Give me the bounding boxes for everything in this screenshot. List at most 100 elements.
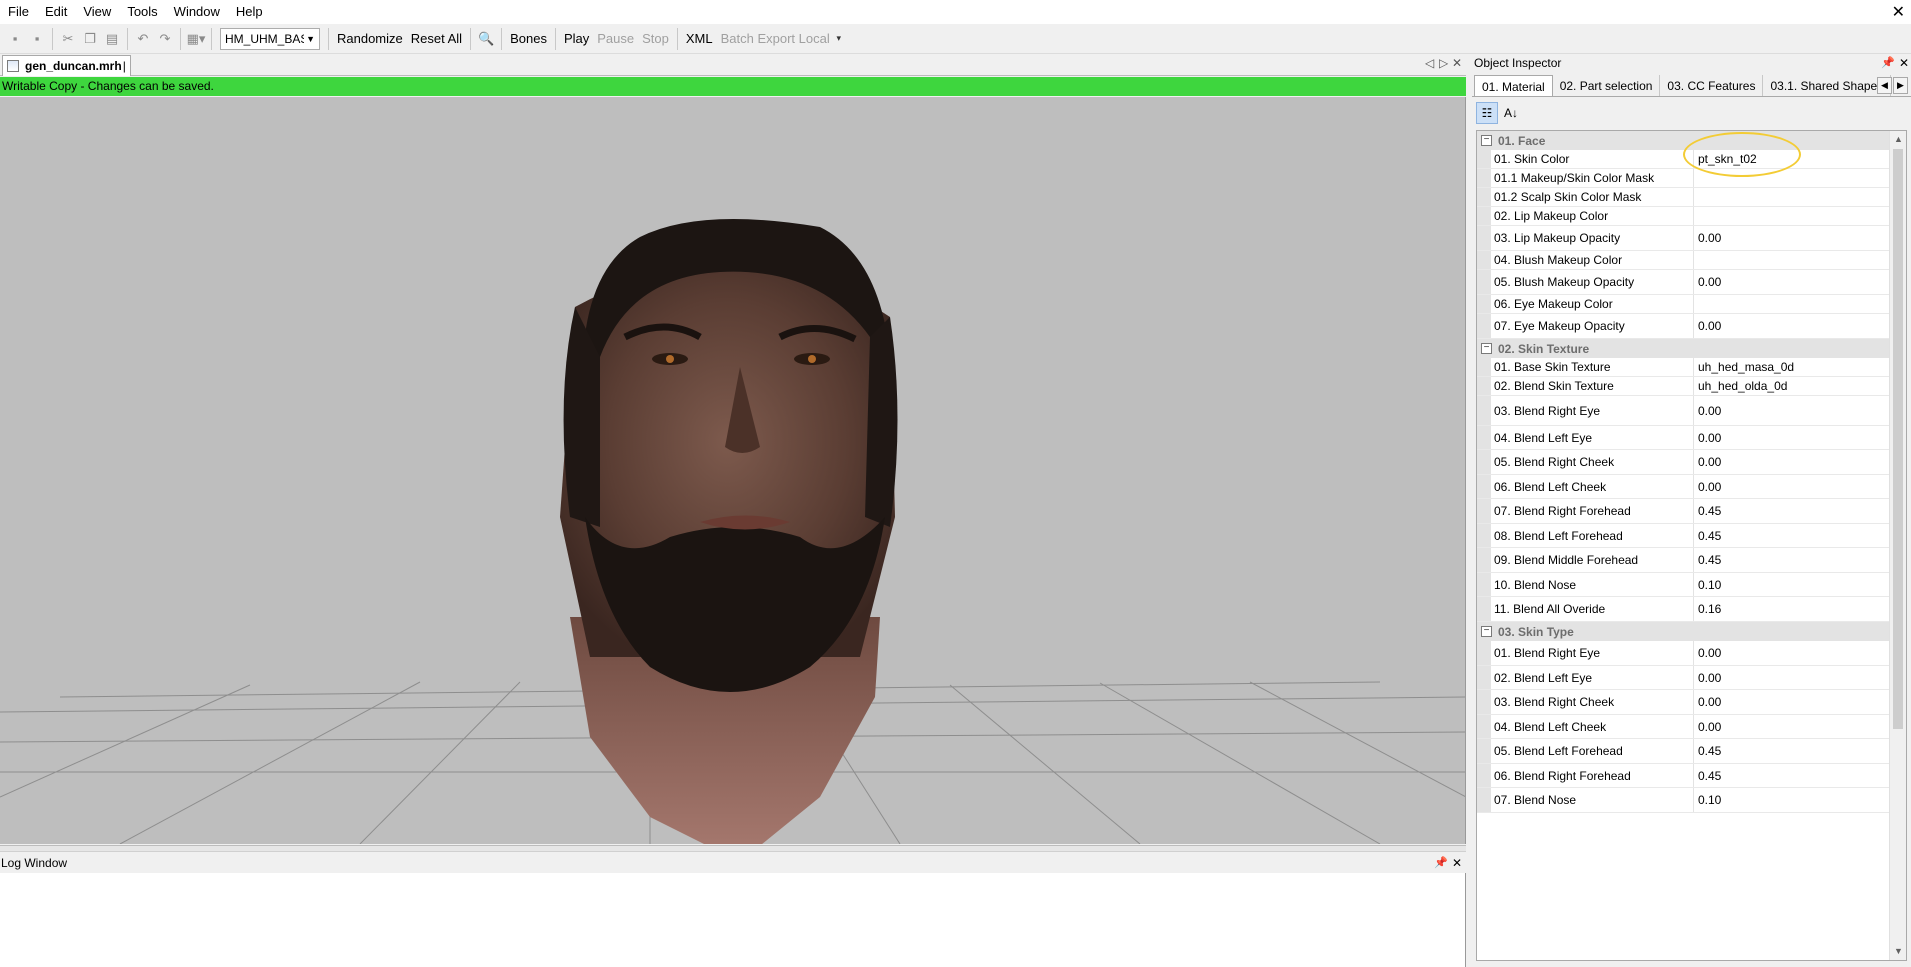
sort-alphabetical-icon[interactable]: A↓ [1500,102,1522,124]
property-row[interactable]: 07. Eye Makeup Opacity 0.00 [1477,314,1890,339]
app-close-icon[interactable]: ✕ [1892,2,1905,22]
property-row[interactable]: 04. Blend Left Eye 0.00 [1477,426,1890,450]
inspect-icon[interactable]: 🔍 [475,28,497,50]
play-button[interactable]: Play [560,28,593,50]
property-row[interactable]: 06. Blend Right Forehead 0.45 [1477,764,1890,788]
property-value[interactable]: 0.45 [1694,739,1890,763]
property-category[interactable]: −01. Face [1477,131,1890,150]
property-row[interactable]: 01.2 Scalp Skin Color Mask [1477,188,1890,207]
property-value[interactable]: 0.00 [1694,715,1890,738]
menu-help[interactable]: Help [228,0,271,24]
categorized-view-icon[interactable]: ☷ [1476,102,1498,124]
property-row[interactable]: 01. Blend Right Eye 0.00 [1477,641,1890,666]
tab-close-icon[interactable]: ✕ [1452,56,1462,70]
bones-button[interactable]: Bones [506,28,551,50]
property-value[interactable]: 0.45 [1694,548,1890,572]
property-value[interactable]: uh_hed_masa_0d [1694,358,1890,376]
menu-tools[interactable]: Tools [119,0,165,24]
property-row[interactable]: 07. Blend Nose 0.10 [1477,788,1890,813]
property-value[interactable]: 0.00 [1694,666,1890,689]
property-row[interactable]: 02. Blend Left Eye 0.00 [1477,666,1890,690]
property-value[interactable] [1694,188,1890,206]
scroll-down-icon[interactable]: ▼ [1890,943,1906,960]
property-value[interactable]: 0.00 [1694,450,1890,474]
property-value[interactable]: 0.00 [1694,226,1890,250]
property-value[interactable] [1694,251,1890,269]
property-row[interactable]: 01. Base Skin Texture uh_hed_masa_0d [1477,358,1890,377]
property-value[interactable]: 0.00 [1694,396,1890,425]
model-select[interactable]: HM_UHM_BAS ▼ [220,27,320,50]
property-value[interactable]: uh_hed_olda_0d [1694,377,1890,395]
property-grid-scrollbar[interactable]: ▲ ▼ [1889,131,1906,960]
tab-scroll-right-icon[interactable]: ▶ [1893,77,1908,94]
property-category[interactable]: −02. Skin Texture [1477,339,1890,358]
property-value[interactable]: 0.10 [1694,788,1890,812]
close-icon[interactable]: ✕ [1452,852,1462,874]
property-row[interactable]: 11. Blend All Overide 0.16 [1477,597,1890,622]
property-row[interactable]: 08. Blend Left Forehead 0.45 [1477,524,1890,548]
property-row[interactable]: 06. Blend Left Cheek 0.00 [1477,475,1890,499]
collapse-icon[interactable]: − [1481,626,1492,637]
randomize-button[interactable]: Randomize [333,28,407,50]
tab-scroll-right-icon[interactable]: ▷ [1439,56,1448,70]
tab-cc-features[interactable]: 03. CC Features [1660,75,1764,96]
property-value[interactable]: 0.00 [1694,641,1890,665]
property-row[interactable]: 02. Blend Skin Texture uh_hed_olda_0d [1477,377,1890,396]
property-row[interactable]: 05. Blend Right Cheek 0.00 [1477,450,1890,475]
property-value[interactable]: 0.45 [1694,499,1890,523]
property-value[interactable]: 0.00 [1694,690,1890,714]
property-row[interactable]: 03. Blend Right Cheek 0.00 [1477,690,1890,715]
tab-part-selection[interactable]: 02. Part selection [1553,75,1661,96]
close-icon[interactable]: ✕ [1899,54,1909,73]
scroll-up-icon[interactable]: ▲ [1890,131,1906,148]
tab-material[interactable]: 01. Material [1474,75,1553,96]
collapse-icon[interactable]: − [1481,343,1492,354]
property-row[interactable]: 01. Skin Color pt_skn_t02 [1477,150,1890,169]
paste-icon[interactable]: ▤ [101,28,123,50]
3d-viewport[interactable] [0,97,1466,844]
property-row[interactable]: 05. Blend Left Forehead 0.45 [1477,739,1890,764]
property-value[interactable] [1694,295,1890,313]
property-value[interactable] [1694,207,1890,225]
menu-view[interactable]: View [75,0,119,24]
property-row[interactable]: 05. Blush Makeup Opacity 0.00 [1477,270,1890,295]
redo-icon[interactable]: ↷ [154,28,176,50]
property-value[interactable]: pt_skn_t02 [1694,150,1890,168]
property-category[interactable]: −03. Skin Type [1477,622,1890,641]
pin-icon[interactable]: 📌 [1434,852,1448,874]
property-row[interactable]: 09. Blend Middle Forehead 0.45 [1477,548,1890,573]
pause-button[interactable]: Pause [593,28,638,50]
save-all-icon[interactable]: ▪ [26,28,48,50]
reset-all-button[interactable]: Reset All [407,28,466,50]
stop-button[interactable]: Stop [638,28,673,50]
property-row[interactable]: 04. Blush Makeup Color [1477,251,1890,270]
property-value[interactable]: 0.10 [1694,573,1890,596]
tab-scroll-left-icon[interactable]: ◀ [1877,77,1892,94]
property-row[interactable]: 03. Lip Makeup Opacity 0.00 [1477,226,1890,251]
property-row[interactable]: 03. Blend Right Eye 0.00 [1477,396,1890,426]
property-value[interactable]: 0.45 [1694,524,1890,547]
menu-window[interactable]: Window [166,0,228,24]
pin-icon[interactable]: 📌 [1881,54,1895,73]
scrollbar-thumb[interactable] [1893,149,1903,729]
property-value[interactable]: 0.45 [1694,764,1890,787]
property-value[interactable]: 0.00 [1694,426,1890,449]
property-row[interactable]: 02. Lip Makeup Color [1477,207,1890,226]
property-value[interactable]: 0.00 [1694,314,1890,338]
property-row[interactable]: 01.1 Makeup/Skin Color Mask [1477,169,1890,188]
tab-shared-shapes[interactable]: 03.1. Shared Shapes [1763,75,1892,96]
property-row[interactable]: 10. Blend Nose 0.10 [1477,573,1890,597]
document-tab[interactable]: gen_duncan.mrh | [2,55,131,76]
property-value[interactable]: 0.16 [1694,597,1890,621]
batch-export-button[interactable]: Batch Export Local [717,28,834,50]
copy-icon[interactable]: ❐ [79,28,101,50]
property-row[interactable]: 06. Eye Makeup Color [1477,295,1890,314]
xml-button[interactable]: XML [682,28,717,50]
export-dropdown-icon[interactable]: ▦▾ [185,28,207,50]
cut-icon[interactable]: ✂ [57,28,79,50]
batch-export-dropdown-icon[interactable]: ▾ [834,28,844,50]
save-icon[interactable]: ▪ [4,28,26,50]
property-value[interactable] [1694,169,1890,187]
menu-file[interactable]: File [0,0,37,24]
tab-scroll-left-icon[interactable]: ◁ [1425,56,1434,70]
